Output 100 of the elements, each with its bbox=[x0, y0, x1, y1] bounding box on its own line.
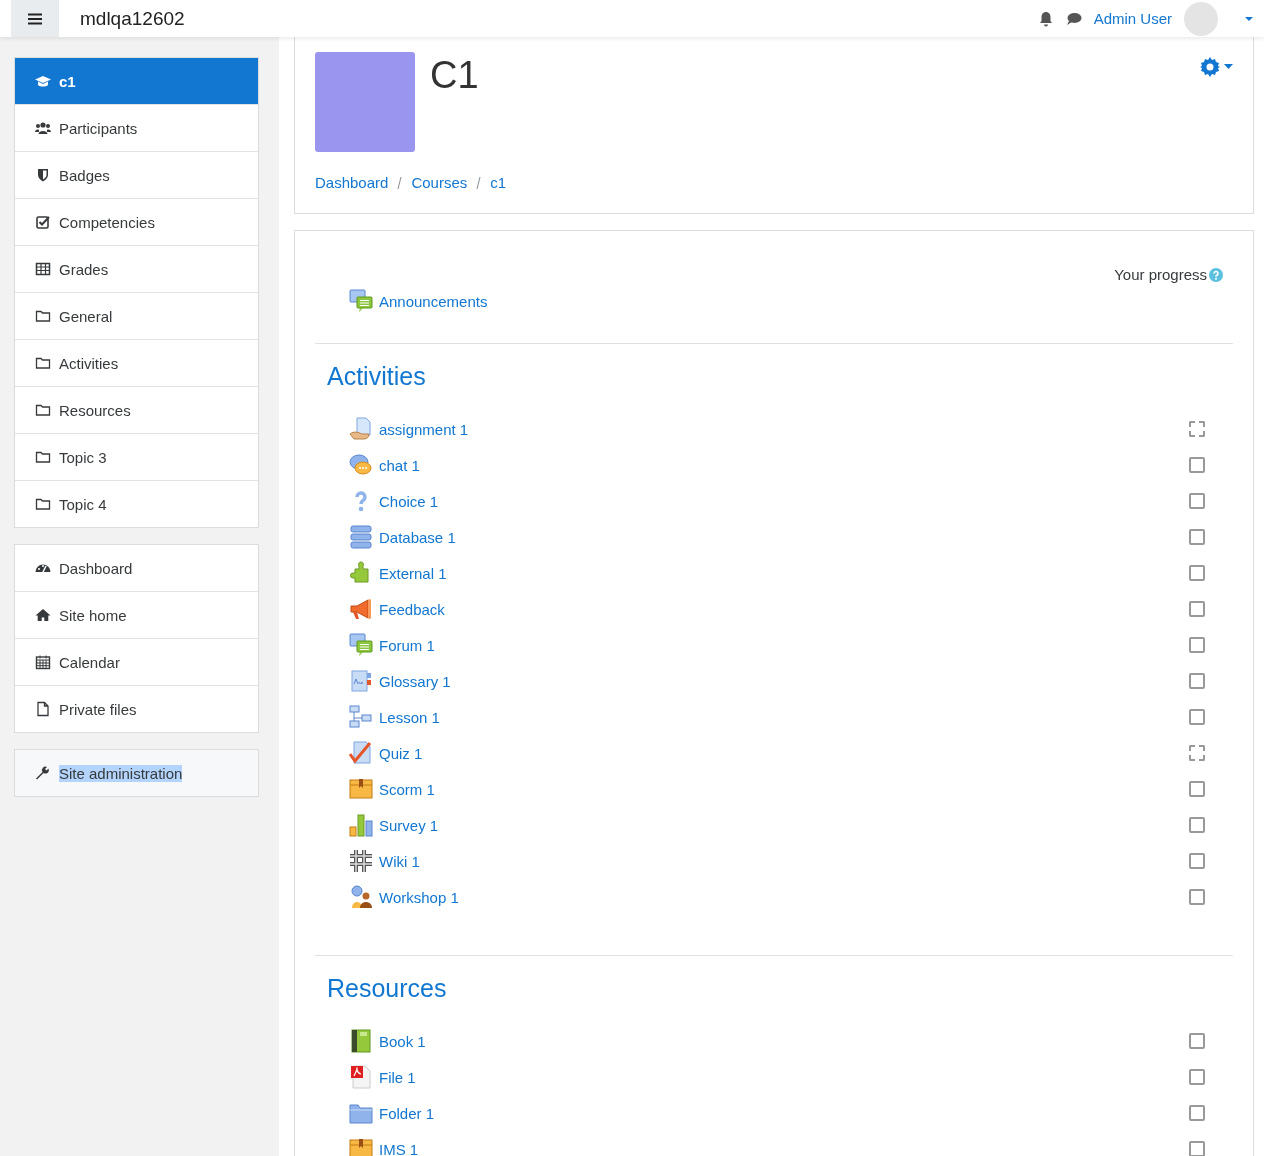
completion-checkbox[interactable] bbox=[1189, 1105, 1205, 1121]
activity-link[interactable]: Announcements bbox=[349, 289, 1233, 313]
activity-link[interactable]: Book 1 bbox=[349, 1029, 426, 1053]
activity-link[interactable]: File 1 bbox=[349, 1065, 416, 1089]
calendar-icon bbox=[35, 654, 51, 670]
completion-checkbox[interactable] bbox=[1189, 817, 1205, 833]
completion-checkbox[interactable] bbox=[1189, 745, 1205, 761]
checkbox-icon bbox=[35, 214, 51, 230]
activity-link[interactable]: assignment 1 bbox=[349, 417, 469, 441]
menu-button[interactable] bbox=[11, 0, 59, 37]
activity-link[interactable]: Lesson 1 bbox=[349, 705, 440, 729]
quiz-icon bbox=[349, 741, 373, 765]
cap-icon bbox=[35, 73, 51, 89]
folder-icon bbox=[349, 1101, 373, 1125]
activity-link[interactable]: External 1 bbox=[349, 561, 447, 585]
activity-link[interactable]: Database 1 bbox=[349, 525, 456, 549]
folder-icon bbox=[35, 496, 51, 512]
nav-item[interactable]: Activities bbox=[15, 339, 258, 386]
completion-checkbox[interactable] bbox=[1189, 529, 1205, 545]
users-icon bbox=[35, 120, 51, 136]
completion-checkbox[interactable] bbox=[1189, 1141, 1205, 1156]
section-title[interactable]: Resources bbox=[327, 974, 1233, 1003]
nav-item[interactable]: c1 bbox=[15, 58, 258, 104]
table-icon bbox=[35, 261, 51, 277]
course-title: C1 bbox=[430, 54, 479, 98]
folder-icon bbox=[35, 355, 51, 371]
chat-bubble-icon[interactable] bbox=[1065, 10, 1082, 27]
completion-checkbox[interactable] bbox=[1189, 637, 1205, 653]
glossary-icon bbox=[349, 669, 373, 693]
completion-checkbox[interactable] bbox=[1189, 493, 1205, 509]
completion-checkbox[interactable] bbox=[1189, 781, 1205, 797]
slash-icon bbox=[475, 175, 483, 190]
bar-chart-icon bbox=[349, 813, 373, 837]
site-name[interactable]: mdlqa12602 bbox=[80, 7, 185, 30]
nav-item[interactable]: Grades bbox=[15, 245, 258, 292]
user-name[interactable]: Admin User bbox=[1093, 10, 1172, 27]
folder-icon bbox=[35, 449, 51, 465]
forum-icon bbox=[349, 289, 373, 313]
completion-checkbox[interactable] bbox=[1189, 709, 1205, 725]
completion-checkbox[interactable] bbox=[1189, 853, 1205, 869]
nav-item[interactable]: Competencies bbox=[15, 198, 258, 245]
activity-link[interactable]: Feedback bbox=[349, 597, 445, 621]
megaphone-icon bbox=[349, 597, 373, 621]
nav-item[interactable]: Dashboard bbox=[15, 545, 258, 591]
nav-item[interactable]: General bbox=[15, 292, 258, 339]
people-icon bbox=[349, 885, 373, 909]
nav-item[interactable]: Topic 4 bbox=[15, 480, 258, 527]
activity-link[interactable]: Wiki 1 bbox=[349, 849, 420, 873]
slash-icon bbox=[396, 175, 404, 190]
activity-link[interactable]: Choice 1 bbox=[349, 489, 439, 513]
completion-checkbox[interactable] bbox=[1189, 889, 1205, 905]
completion-checkbox[interactable] bbox=[1189, 1033, 1205, 1049]
activity-link[interactable]: Workshop 1 bbox=[349, 885, 459, 909]
progress-label: Your progress bbox=[1114, 266, 1207, 283]
nav-item[interactable]: Badges bbox=[15, 151, 258, 198]
pdf-file-icon bbox=[349, 1065, 373, 1089]
completion-checkbox[interactable] bbox=[1189, 421, 1205, 437]
activity-link[interactable]: Quiz 1 bbox=[349, 741, 423, 765]
package-icon bbox=[349, 777, 373, 801]
gear-icon bbox=[1200, 57, 1220, 77]
assignment-icon bbox=[349, 417, 373, 441]
database-icon bbox=[349, 525, 373, 549]
completion-checkbox[interactable] bbox=[1189, 1069, 1205, 1085]
forum-icon bbox=[349, 633, 373, 657]
nav-item[interactable]: Site administration bbox=[15, 750, 258, 796]
section-title[interactable]: Activities bbox=[327, 362, 1233, 391]
lesson-icon bbox=[349, 705, 373, 729]
wrench-icon bbox=[35, 765, 51, 781]
file-icon bbox=[35, 701, 51, 717]
nav-item[interactable]: Private files bbox=[15, 685, 258, 732]
folder-icon bbox=[35, 402, 51, 418]
completion-checkbox[interactable] bbox=[1189, 601, 1205, 617]
nav-item[interactable]: Topic 3 bbox=[15, 433, 258, 480]
activity-link[interactable]: Survey 1 bbox=[349, 813, 439, 837]
breadcrumb-link[interactable]: Courses bbox=[411, 174, 468, 191]
wiki-icon bbox=[349, 849, 373, 873]
bell-icon[interactable] bbox=[1037, 10, 1054, 27]
nav-item[interactable]: Site home bbox=[15, 591, 258, 638]
completion-checkbox[interactable] bbox=[1189, 673, 1205, 689]
activity-link[interactable]: Folder 1 bbox=[349, 1101, 435, 1125]
activity-link[interactable]: Scorm 1 bbox=[349, 777, 435, 801]
activity-link[interactable]: IMS 1 bbox=[349, 1137, 419, 1156]
chat-icon bbox=[349, 453, 373, 477]
nav-item[interactable]: Resources bbox=[15, 386, 258, 433]
activity-link[interactable]: Glossary 1 bbox=[349, 669, 451, 693]
breadcrumb-link[interactable]: c1 bbox=[490, 174, 507, 191]
book-icon bbox=[349, 1029, 373, 1053]
caret-icon bbox=[1224, 64, 1233, 70]
settings-button[interactable] bbox=[1200, 57, 1233, 77]
completion-checkbox[interactable] bbox=[1189, 565, 1205, 581]
nav-item[interactable]: Participants bbox=[15, 104, 258, 151]
menu-icon bbox=[28, 12, 42, 25]
activity-link[interactable]: chat 1 bbox=[349, 453, 420, 477]
nav-item[interactable]: Calendar bbox=[15, 638, 258, 685]
help-icon[interactable] bbox=[1209, 267, 1223, 282]
breadcrumb-link[interactable]: Dashboard bbox=[315, 174, 389, 191]
package-icon bbox=[349, 1137, 373, 1156]
home-icon bbox=[35, 607, 51, 623]
activity-link[interactable]: Forum 1 bbox=[349, 633, 435, 657]
completion-checkbox[interactable] bbox=[1189, 457, 1205, 473]
